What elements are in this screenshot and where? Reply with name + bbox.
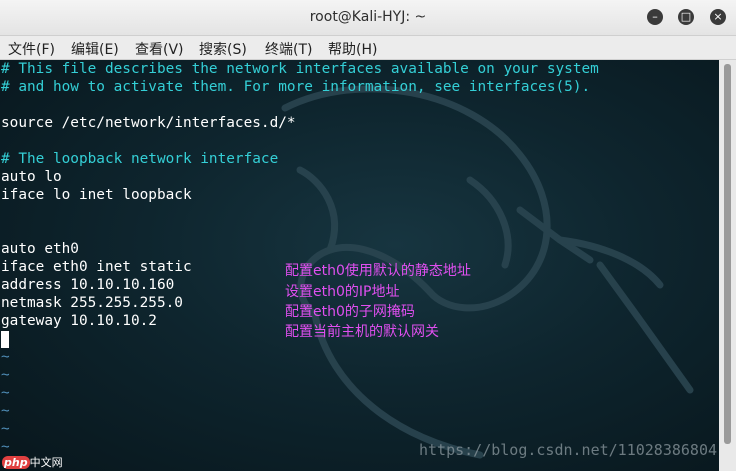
php-logo-badge: php xyxy=(2,456,30,469)
php-logo: php 中文网 xyxy=(2,454,63,470)
terminal-line: iface eth0 inet static xyxy=(1,259,192,275)
empty-line-marker: ~ xyxy=(1,367,10,383)
menu-bar: 文件(F) 编辑(E) 查看(V) 搜索(S) 终端(T) 帮助(H) xyxy=(0,36,736,60)
minimize-button[interactable]: – xyxy=(647,9,663,25)
window-title: root@Kali-HYJ: ~ xyxy=(309,9,427,25)
annotation-gateway: 配置当前主机的默认网关 xyxy=(285,324,439,340)
menu-help[interactable]: 帮助(H) xyxy=(328,39,377,59)
watermark-url: https://blog.csdn.net/11028386804 xyxy=(418,441,717,459)
empty-line-marker: ~ xyxy=(1,403,10,419)
terminal-line: address 10.10.10.160 xyxy=(1,277,175,293)
annotation-static-address: 配置eth0使用默认的静态地址 xyxy=(285,263,471,279)
php-logo-text: 中文网 xyxy=(29,456,63,469)
text-cursor xyxy=(1,331,9,348)
terminal-line: auto eth0 xyxy=(1,241,79,257)
close-button[interactable]: × xyxy=(710,9,726,25)
terminal-line: # The loopback network interface xyxy=(1,151,279,167)
menu-terminal[interactable]: 终端(T) xyxy=(265,39,312,59)
scrollbar-thumb[interactable] xyxy=(724,64,731,444)
title-bar[interactable]: root@Kali-HYJ: ~ – □ × xyxy=(0,0,736,36)
vertical-scrollbar[interactable] xyxy=(719,60,736,471)
terminal-window: root@Kali-HYJ: ~ – □ × 文件(F) 编辑(E) 查看(V)… xyxy=(0,0,736,471)
terminal-line: iface lo inet loopback xyxy=(1,187,192,203)
terminal-line: gateway 10.10.10.2 xyxy=(1,313,157,329)
menu-search[interactable]: 搜索(S) xyxy=(199,39,247,59)
terminal-line: # and how to activate them. For more inf… xyxy=(1,79,591,95)
terminal-line: auto lo xyxy=(1,169,62,185)
menu-file[interactable]: 文件(F) xyxy=(8,39,55,59)
menu-edit[interactable]: 编辑(E) xyxy=(71,39,119,59)
annotation-ip-address: 设置eth0的IP地址 xyxy=(285,284,400,300)
maximize-button[interactable]: □ xyxy=(678,9,694,25)
terminal-line: source /etc/network/interfaces.d/* xyxy=(1,115,296,131)
terminal-line: netmask 255.255.255.0 xyxy=(1,295,183,311)
annotation-netmask: 配置eth0的子网掩码 xyxy=(285,304,415,320)
terminal-line: # This file describes the network interf… xyxy=(1,61,599,77)
terminal-content[interactable]: # This file describes the network interf… xyxy=(0,60,719,471)
empty-line-marker: ~ xyxy=(1,349,10,365)
empty-line-marker: ~ xyxy=(1,385,10,401)
empty-line-marker: ~ xyxy=(1,421,10,437)
menu-view[interactable]: 查看(V) xyxy=(135,39,184,59)
